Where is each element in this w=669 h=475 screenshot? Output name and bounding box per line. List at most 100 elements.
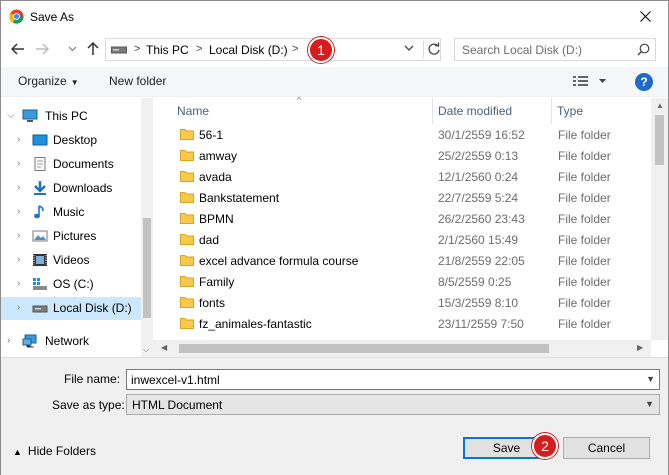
tree-expand-icon[interactable]: › [7, 335, 10, 346]
caret-up-icon: ▲ [13, 447, 22, 457]
back-button[interactable] [9, 40, 27, 58]
annotation-badge-1: 1 [308, 37, 334, 63]
breadcrumb-local-disk[interactable]: Local Disk (D:) [209, 43, 288, 57]
column-header-label: Type [557, 104, 584, 118]
nav-label: Music [53, 205, 85, 219]
pictures-icon [32, 230, 48, 242]
file-name: fonts [199, 296, 226, 310]
organize-button[interactable]: Organize ▼ [18, 74, 79, 88]
file-type: File folder [558, 128, 611, 142]
tree-expand-icon[interactable]: › [17, 254, 20, 265]
folder-icon [180, 129, 194, 140]
file-row[interactable]: amway 25/2/2559 0:13 File folder [153, 145, 651, 166]
nav-item-local-disk-d[interactable]: › Local Disk (D:) [1, 297, 141, 320]
file-name: dad [199, 233, 220, 247]
filename-input[interactable] [127, 370, 627, 389]
breadcrumb-separator: > [292, 43, 299, 55]
file-row[interactable]: fonts 15/3/2559 8:10 File folder [153, 292, 651, 313]
save-as-dialog: Save As > This PC > Local Disk (D:) > Se… [0, 0, 669, 475]
help-button[interactable]: ? [635, 73, 653, 91]
drive-icon [32, 305, 48, 313]
address-dropdown-icon[interactable] [404, 44, 414, 52]
nav-item-videos[interactable]: › Videos [1, 249, 141, 272]
change-view-button[interactable] [572, 75, 610, 90]
new-folder-button[interactable]: New folder [109, 74, 166, 88]
back-arrow-icon [11, 43, 24, 55]
scroll-left-icon[interactable]: ◀ [161, 343, 167, 352]
file-name: Bankstatement [199, 191, 280, 205]
file-type: File folder [558, 149, 611, 163]
cancel-button[interactable]: Cancel [563, 437, 650, 459]
file-date: 2/1/2560 15:49 [438, 233, 519, 247]
nav-item-os-c[interactable]: › OS (C:) [1, 273, 141, 296]
scroll-right-icon[interactable]: ▶ [637, 343, 643, 352]
save-as-type-label: Save as type: [52, 398, 125, 412]
nav-item-this-pc[interactable]: ⌵ This PC [1, 105, 141, 128]
close-icon [640, 10, 651, 22]
file-type: File folder [558, 296, 611, 310]
filename-field[interactable]: ▼ [126, 369, 660, 390]
tree-expand-icon[interactable]: › [17, 206, 20, 217]
nav-item-network[interactable]: › Network [1, 330, 141, 353]
file-row[interactable]: dad 2/1/2560 15:49 File folder [153, 229, 651, 250]
column-header-type[interactable]: Type [552, 98, 651, 124]
search-box[interactable]: Search Local Disk (D:) [454, 38, 656, 61]
nav-item-desktop[interactable]: › Desktop [1, 129, 141, 152]
column-header-name[interactable]: Name [153, 98, 432, 124]
file-type: File folder [558, 275, 611, 289]
documents-icon [34, 157, 46, 171]
file-type: File folder [558, 254, 611, 268]
vertical-scrollbar-thumb[interactable] [655, 115, 664, 165]
music-icon [34, 205, 44, 219]
column-header-date[interactable]: Date modified [433, 98, 551, 124]
breadcrumb-separator: > [196, 43, 203, 55]
folder-icon [180, 255, 194, 266]
recent-locations-button[interactable] [63, 40, 81, 58]
forward-button[interactable] [33, 40, 51, 58]
search-placeholder: Search Local Disk (D:) [462, 43, 583, 57]
tree-expand-icon[interactable]: › [17, 302, 20, 313]
file-type: File folder [558, 233, 611, 247]
file-row[interactable]: excel advance formula course 21/8/2559 2… [153, 250, 651, 271]
up-button[interactable] [84, 40, 102, 58]
address-bar[interactable]: > This PC > Local Disk (D:) > [105, 38, 441, 61]
nav-item-music[interactable]: › Music [1, 201, 141, 224]
nav-scrollbar-thumb[interactable] [143, 218, 151, 318]
nav-item-pictures[interactable]: › Pictures [1, 225, 141, 248]
nav-item-downloads[interactable]: › Downloads [1, 177, 141, 200]
nav-label: Pictures [53, 229, 97, 243]
hide-folders-button[interactable]: ▲ Hide Folders [13, 444, 96, 458]
scroll-up-icon[interactable]: ▲ [656, 101, 664, 110]
save-as-type-select[interactable]: HTML Document ▼ [126, 394, 660, 415]
up-arrow-icon [87, 42, 99, 55]
column-header-label: Date modified [438, 104, 513, 118]
file-name: amway [199, 149, 238, 163]
file-row[interactable]: Family 8/5/2559 0:25 File folder [153, 271, 651, 292]
file-list-vertical-scrollbar[interactable]: ▲ [651, 98, 668, 340]
file-row[interactable]: fz_animales-fantastic 23/11/2559 7:50 Fi… [153, 313, 651, 334]
close-button[interactable] [623, 1, 668, 31]
tree-collapse-icon[interactable]: ⌵ [7, 110, 15, 121]
file-row[interactable]: Bankstatement 22/7/2559 5:24 File folder [153, 187, 651, 208]
tree-expand-icon[interactable]: › [17, 182, 20, 193]
file-row[interactable]: BPMN 26/2/2560 23:43 File folder [153, 208, 651, 229]
scroll-down-icon[interactable]: ⌵ [143, 345, 149, 355]
tree-expand-icon[interactable]: › [17, 158, 20, 169]
save-as-type-value: HTML Document [132, 398, 223, 412]
file-list-horizontal-scrollbar[interactable]: ◀ ▶ [153, 340, 651, 357]
tree-expand-icon[interactable]: › [17, 278, 20, 289]
file-row[interactable]: 56-1 30/1/2559 16:52 File folder [153, 124, 651, 145]
videos-icon [33, 254, 47, 266]
file-row[interactable]: avada 12/1/2560 0:24 File folder [153, 166, 651, 187]
breadcrumb-this-pc[interactable]: This PC [146, 43, 189, 57]
file-date: 26/2/2560 23:43 [438, 212, 525, 226]
tree-expand-icon[interactable]: › [17, 230, 20, 241]
filename-dropdown-icon[interactable]: ▼ [646, 374, 655, 384]
tree-expand-icon[interactable]: › [17, 134, 20, 145]
details-view-icon [573, 76, 606, 86]
nav-scrollbar[interactable]: ⌵ [141, 98, 153, 357]
horizontal-scrollbar-thumb[interactable] [179, 344, 549, 353]
file-type: File folder [558, 191, 611, 205]
nav-item-documents[interactable]: › Documents [1, 153, 141, 176]
refresh-icon[interactable] [427, 42, 441, 56]
